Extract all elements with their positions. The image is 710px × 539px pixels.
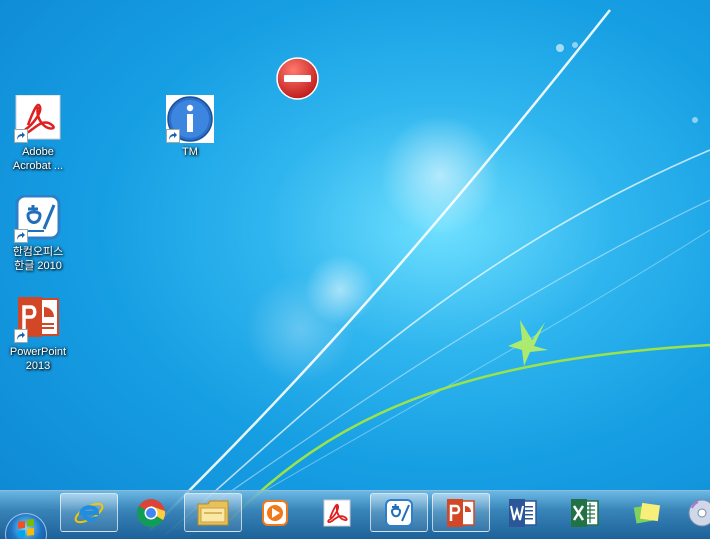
desktop: Adobe Acrobat ... TM 한컴오피스 한글 2010 Power… bbox=[0, 0, 710, 539]
taskbar-chrome[interactable] bbox=[122, 493, 180, 532]
icon-label-line2: 한글 2010 bbox=[14, 260, 62, 272]
taskbar bbox=[0, 490, 710, 539]
taskbar-excel[interactable] bbox=[556, 493, 614, 532]
media-player-icon bbox=[262, 499, 288, 526]
file-explorer-icon bbox=[197, 500, 229, 525]
wallpaper bbox=[149, 9, 710, 536]
no-entry-icon bbox=[276, 57, 319, 100]
taskbar-adobe-acrobat[interactable] bbox=[308, 493, 366, 532]
taskbar-file-explorer[interactable] bbox=[184, 493, 242, 532]
powerpoint-icon bbox=[14, 295, 62, 343]
taskbar-word[interactable] bbox=[494, 493, 552, 532]
windows-start-button[interactable] bbox=[5, 513, 47, 539]
shortcut-arrow-icon bbox=[14, 329, 28, 343]
chrome-icon bbox=[137, 498, 166, 527]
desktop-icon-adobe-acrobat[interactable]: Adobe Acrobat ... bbox=[0, 95, 76, 173]
internet-explorer-icon bbox=[74, 502, 104, 523]
taskbar-internet-explorer[interactable] bbox=[60, 493, 118, 532]
icon-label-line1: TM bbox=[182, 146, 198, 158]
hangul-icon bbox=[14, 195, 62, 243]
powerpoint-icon bbox=[447, 498, 475, 527]
windows-logo-icon bbox=[18, 519, 34, 538]
icon-label-line2: 2013 bbox=[25, 360, 51, 372]
desktop-icon-powerpoint-2013[interactable]: PowerPoint 2013 bbox=[0, 295, 76, 373]
word-icon bbox=[509, 498, 537, 527]
sticky-notes-icon bbox=[633, 502, 661, 523]
shortcut-arrow-icon bbox=[14, 229, 28, 243]
shortcut-arrow-icon bbox=[14, 129, 28, 143]
disc-icon bbox=[688, 499, 710, 526]
taskbar-hangul[interactable] bbox=[370, 493, 428, 532]
taskbar-powerpoint[interactable] bbox=[432, 493, 490, 532]
shortcut-arrow-icon bbox=[166, 129, 180, 143]
icon-label-line2: Acrobat ... bbox=[12, 160, 64, 172]
taskbar-sticky-notes[interactable] bbox=[618, 493, 676, 532]
desktop-icon-hangul-2010[interactable]: 한컴오피스 한글 2010 bbox=[0, 195, 76, 273]
excel-icon bbox=[571, 498, 599, 527]
hangul-icon bbox=[385, 498, 413, 527]
desktop-icon-tm[interactable]: TM bbox=[152, 95, 228, 159]
taskbar-disc[interactable] bbox=[680, 493, 710, 532]
icon-label-line1: PowerPoint bbox=[9, 346, 67, 358]
info-icon bbox=[166, 95, 214, 143]
pdf-icon bbox=[14, 95, 62, 143]
icon-label-line1: 한컴오피스 bbox=[12, 246, 64, 258]
acrobat-icon bbox=[323, 499, 351, 526]
icon-label-line1: Adobe bbox=[22, 146, 54, 158]
taskbar-media-player[interactable] bbox=[246, 493, 304, 532]
